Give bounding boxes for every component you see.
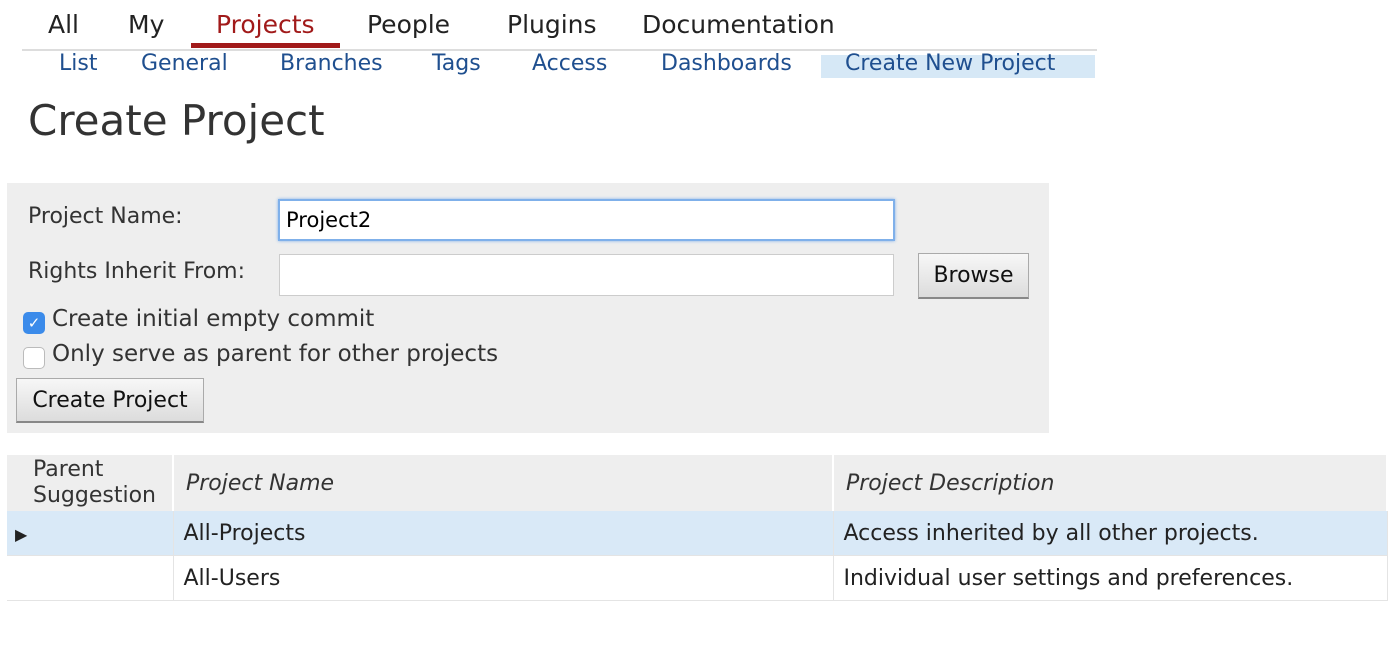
subtab-access[interactable]: Access: [532, 51, 607, 76]
subtab-list[interactable]: List: [59, 51, 97, 76]
tab-plugins[interactable]: Plugins: [507, 10, 597, 39]
project-name-cell[interactable]: All-Users: [173, 555, 834, 601]
header-parent-suggestion: Parent Suggestion: [7, 455, 174, 511]
tab-all[interactable]: All: [48, 10, 79, 39]
table-row[interactable]: All-Users Individual user settings and p…: [7, 555, 1388, 601]
subtab-general[interactable]: General: [141, 51, 228, 76]
tab-projects[interactable]: Projects: [216, 10, 315, 39]
row-pointer-cell: [7, 555, 174, 601]
table-header: Parent Suggestion Project Name Project D…: [7, 455, 1388, 511]
parent-only-label: Only serve as parent for other projects: [52, 341, 499, 367]
tab-documentation[interactable]: Documentation: [642, 10, 835, 39]
subtab-branches[interactable]: Branches: [280, 51, 383, 76]
project-name-input[interactable]: [278, 199, 895, 241]
tab-people[interactable]: People: [367, 10, 450, 39]
browse-button[interactable]: Browse: [918, 253, 1029, 299]
subtab-create-new-project[interactable]: Create New Project: [845, 51, 1055, 76]
tab-my[interactable]: My: [128, 10, 164, 39]
initial-commit-checkbox[interactable]: ✓: [23, 312, 45, 334]
subtab-tags[interactable]: Tags: [432, 51, 481, 76]
rights-inherit-input[interactable]: [279, 254, 894, 296]
initial-commit-label: Create initial empty commit: [52, 306, 375, 332]
active-tab-underline: [191, 43, 340, 48]
header-project-description: Project Description: [833, 455, 1388, 511]
project-name-cell[interactable]: All-Projects: [173, 511, 834, 556]
row-pointer-cell: ▶: [7, 511, 174, 556]
rights-inherit-label: Rights Inherit From:: [28, 259, 245, 284]
subtab-dashboards[interactable]: Dashboards: [661, 51, 792, 76]
table-row[interactable]: ▶ All-Projects Access inherited by all o…: [7, 511, 1388, 556]
triangle-right-icon: ▶: [15, 524, 28, 544]
create-project-button[interactable]: Create Project: [16, 378, 204, 423]
checkmark-icon: ✓: [27, 314, 41, 332]
project-name-label: Project Name:: [28, 204, 183, 229]
header-project-name: Project Name: [173, 455, 834, 511]
project-description-cell: Individual user settings and preferences…: [833, 555, 1388, 601]
project-description-cell: Access inherited by all other projects.: [833, 511, 1388, 556]
parent-only-checkbox[interactable]: [23, 347, 45, 369]
page-title: Create Project: [28, 96, 325, 145]
parent-suggestion-table: Parent Suggestion Project Name Project D…: [7, 455, 1388, 601]
